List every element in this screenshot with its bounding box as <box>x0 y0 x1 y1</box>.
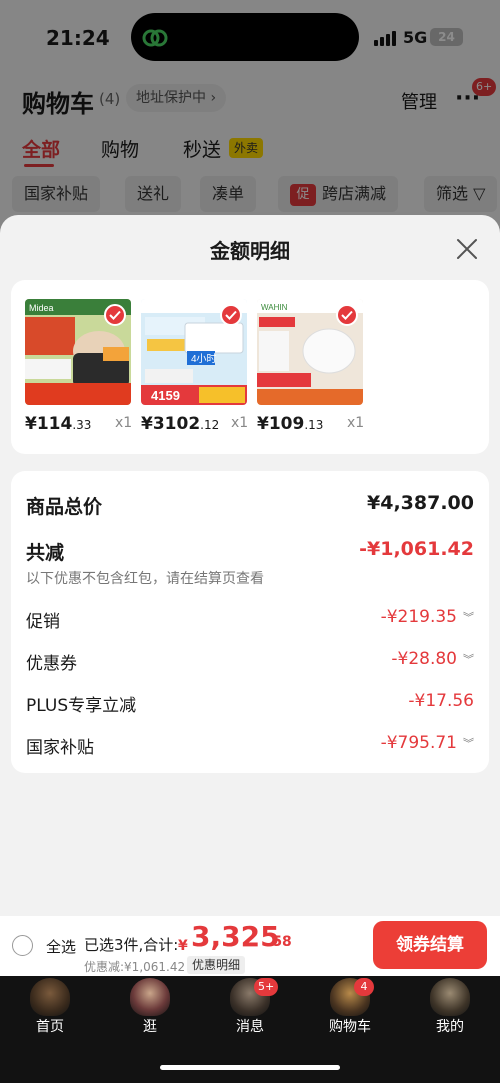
total-decimal: .58 <box>267 934 292 950</box>
select-all-label[interactable]: 全选 <box>46 936 76 957</box>
brand-text: WAHIN <box>261 303 288 312</box>
discount-detail-button[interactable]: 优惠明细 <box>187 956 246 974</box>
total-value: ¥4,387.00 <box>367 492 474 514</box>
currency-symbol: ¥ <box>178 938 188 954</box>
nav-cart[interactable]: 购物车 4 <box>314 976 386 1036</box>
product-qty: x1 <box>347 415 365 431</box>
product-price: ¥109.13 <box>257 414 324 434</box>
sheet-title: 金额明细 <box>210 239 290 263</box>
checkout-button[interactable]: 领券结算 <box>373 921 487 969</box>
promo-label: 促销 <box>26 612 60 632</box>
cart-badge: 4 <box>354 978 374 996</box>
checkout-bar: 全选 已选3件,合计: ¥ 3,325 .58 优惠减:¥1,061.42 优惠… <box>0 916 500 976</box>
brand-text: Midea <box>29 303 54 313</box>
discount-summary: 优惠减:¥1,061.42 <box>84 960 186 974</box>
home-indicator[interactable] <box>160 1065 340 1070</box>
messages-badge: 5+ <box>254 978 279 996</box>
product-thumbnail[interactable]: 4小时 4159 <box>141 299 247 405</box>
browse-icon <box>130 978 170 1016</box>
home-icon <box>30 978 70 1016</box>
nav-messages[interactable]: 消息 5+ <box>214 976 286 1036</box>
subsidy-value: -¥795.71 ︾ <box>380 733 474 753</box>
chevron-down-icon: ︾ <box>463 611 474 624</box>
selected-check-icon <box>220 304 242 326</box>
profile-icon <box>430 978 470 1016</box>
product-qty: x1 <box>231 415 249 431</box>
product-summary-card: Midea ¥114.33 x1 4小时 4159 ¥3102.12 x1 WA… <box>11 280 489 454</box>
banner-hours: 4小时 <box>191 353 217 365</box>
promo-value: -¥219.35 ︾ <box>380 607 474 627</box>
reduce-label: 共减 <box>26 542 65 564</box>
coupon-label: 优惠券 <box>26 654 77 674</box>
total-label: 商品总价 <box>26 496 103 518</box>
amount-detail-card: 商品总价 ¥4,387.00 共减 -¥1,061.42 以下优惠不包含红包，请… <box>11 471 489 773</box>
product-price: ¥3102.12 <box>141 414 220 434</box>
plus-label: PLUS专享立减 <box>26 696 137 716</box>
product-thumbnail[interactable]: Midea <box>25 299 131 405</box>
chevron-down-icon: ︾ <box>463 653 474 666</box>
product-item[interactable]: Midea ¥114.33 x1 <box>25 299 132 434</box>
product-thumbnail[interactable]: WAHIN <box>257 299 363 405</box>
coupon-value: -¥28.80 ︾ <box>391 649 474 669</box>
banner-price: 4159 <box>151 388 180 403</box>
close-icon[interactable] <box>455 237 479 261</box>
product-qty: x1 <box>115 415 133 431</box>
nav-browse[interactable]: 逛 <box>114 976 186 1036</box>
discount-note: 以下优惠不包含红包，请在结算页查看 <box>26 571 264 587</box>
selected-info: 已选3件,合计: <box>84 936 179 954</box>
select-all-radio[interactable] <box>12 935 33 956</box>
product-item[interactable]: 4小时 4159 ¥3102.12 x1 <box>141 299 248 434</box>
selected-check-icon <box>336 304 358 326</box>
selected-check-icon <box>104 304 126 326</box>
chevron-down-icon: ︾ <box>463 737 474 750</box>
product-price: ¥114.33 <box>25 414 92 434</box>
nav-home[interactable]: 首页 <box>14 976 86 1036</box>
reduce-value: -¥1,061.42 <box>359 538 474 560</box>
product-item[interactable]: WAHIN ¥109.13 x1 <box>257 299 364 434</box>
nav-mine[interactable]: 我的 <box>414 976 486 1036</box>
subsidy-label: 国家补贴 <box>26 738 94 758</box>
plus-value: -¥17.56 <box>408 691 474 711</box>
